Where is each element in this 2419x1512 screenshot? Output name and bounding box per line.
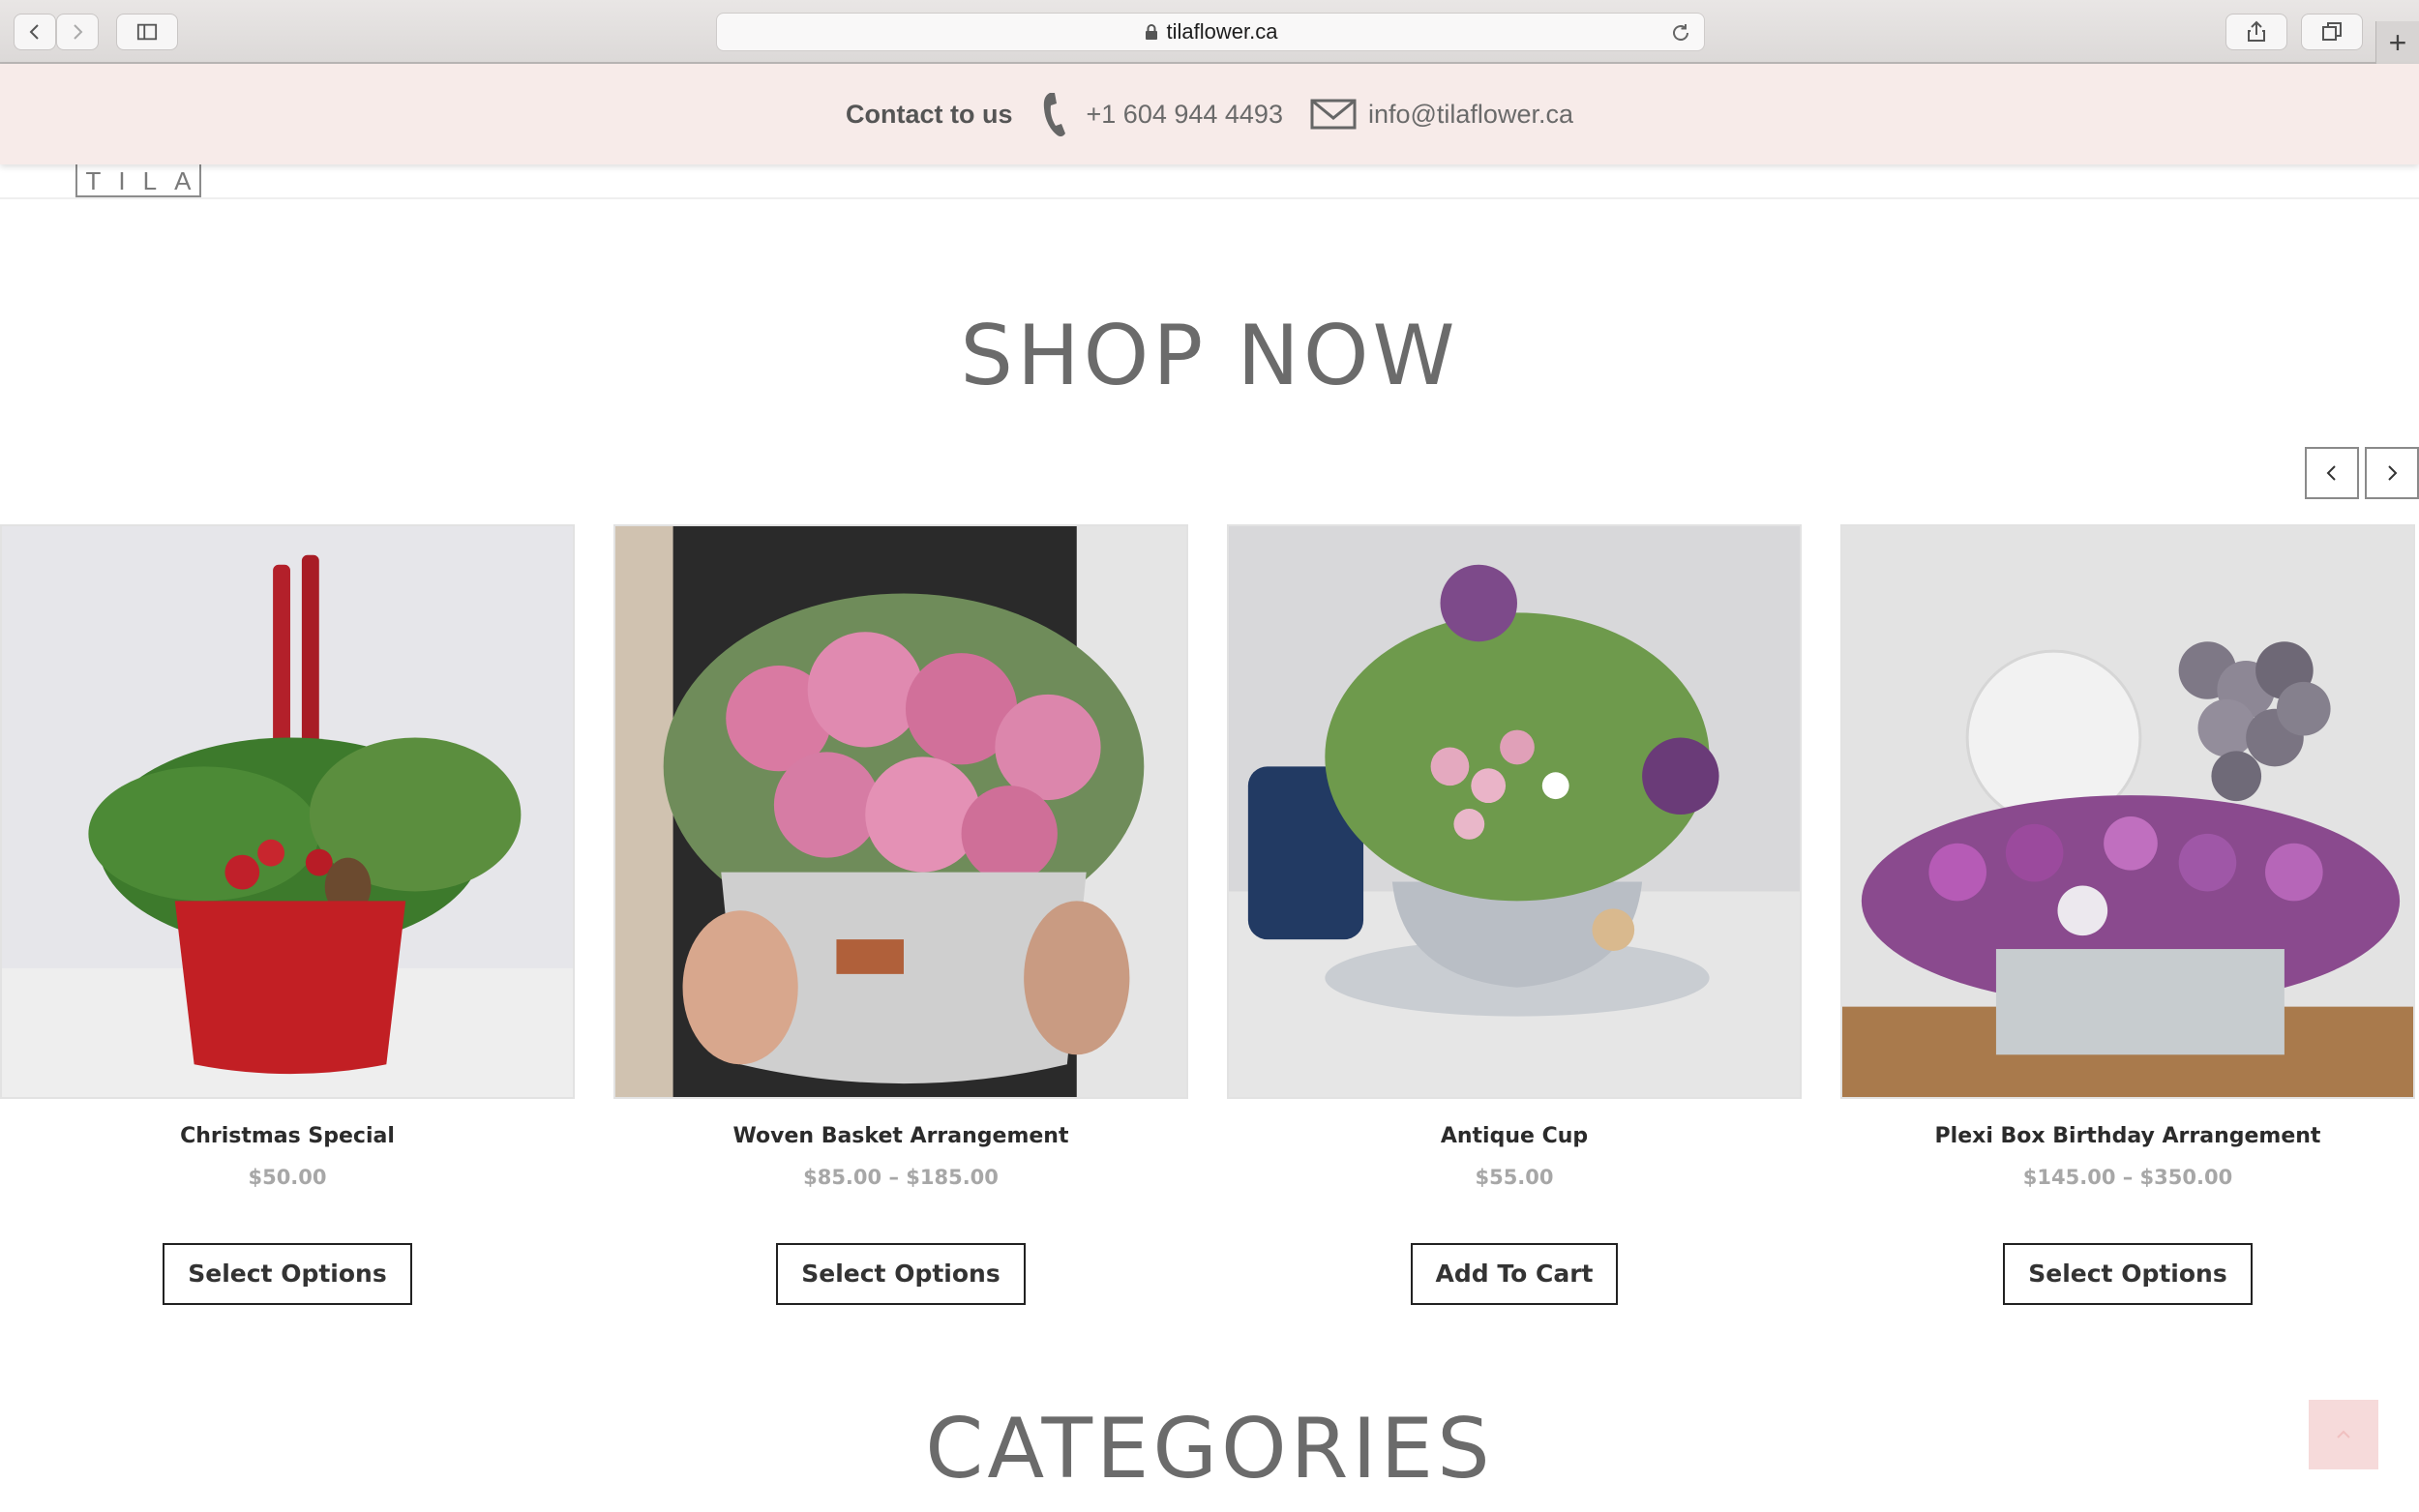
email-address[interactable]: info@tilaflower.ca bbox=[1368, 100, 1573, 130]
sidebar-toggle-button[interactable] bbox=[116, 14, 178, 50]
header-divider bbox=[0, 197, 2419, 199]
product-name[interactable]: Woven Basket Arrangement bbox=[613, 1124, 1188, 1148]
new-tab-button[interactable]: + bbox=[2375, 21, 2419, 64]
contact-bar: Contact to us +1 604 944 4493 info@tilaf… bbox=[0, 64, 2419, 164]
mail-icon bbox=[1310, 99, 1357, 130]
product-price: $50.00 bbox=[248, 1166, 327, 1189]
phone-icon bbox=[1043, 93, 1065, 137]
contact-label: Contact to us bbox=[846, 99, 1013, 129]
product-price: $145.00 – $350.00 bbox=[2022, 1166, 2233, 1189]
chevron-right-icon bbox=[74, 24, 83, 40]
product-name[interactable]: Plexi Box Birthday Arrangement bbox=[1840, 1124, 2415, 1148]
sidebar-icon bbox=[136, 23, 158, 41]
reload-icon[interactable] bbox=[1669, 21, 1692, 44]
chevron-left-icon bbox=[2326, 465, 2336, 481]
add-to-cart-button[interactable]: Add To Cart bbox=[1410, 1243, 1619, 1305]
product-card: Woven Basket Arrangement $85.00 – $185.0… bbox=[613, 524, 1188, 1318]
product-image[interactable] bbox=[0, 524, 575, 1099]
carousel-prev-button[interactable] bbox=[2305, 447, 2359, 499]
categories-heading: CATEGORIES bbox=[925, 1401, 1494, 1497]
url-text: tilaflower.ca bbox=[1166, 19, 1278, 44]
chevron-left-icon bbox=[29, 24, 39, 40]
select-options-button[interactable]: Select Options bbox=[163, 1243, 412, 1305]
chevron-up-icon bbox=[2337, 1430, 2350, 1438]
address-bar[interactable]: tilaflower.ca bbox=[716, 13, 1705, 51]
chevron-right-icon bbox=[2388, 465, 2398, 481]
product-card: Antique Cup $55.00 Add To Cart bbox=[1227, 524, 1802, 1318]
share-icon bbox=[2248, 20, 2265, 42]
product-price: $55.00 bbox=[1475, 1166, 1554, 1189]
product-price: $85.00 – $185.00 bbox=[803, 1166, 999, 1189]
product-image[interactable] bbox=[1840, 524, 2415, 1099]
browser-toolbar: tilaflower.ca + bbox=[0, 0, 2419, 64]
product-card: Christmas Special $50.00 Select Options bbox=[0, 524, 575, 1318]
product-name[interactable]: Antique Cup bbox=[1227, 1124, 1802, 1148]
product-image[interactable] bbox=[613, 524, 1188, 1099]
share-button[interactable] bbox=[2225, 14, 2287, 50]
product-name[interactable]: Christmas Special bbox=[0, 1124, 575, 1148]
select-options-button[interactable]: Select Options bbox=[776, 1243, 1026, 1305]
phone-number[interactable]: +1 604 944 4493 bbox=[1087, 100, 1283, 130]
site-logo[interactable]: TILA bbox=[75, 164, 201, 197]
product-card: Plexi Box Birthday Arrangement $145.00 –… bbox=[1840, 524, 2415, 1318]
tabs-icon bbox=[2322, 22, 2342, 41]
carousel-next-button[interactable] bbox=[2365, 447, 2419, 499]
back-to-top-button[interactable] bbox=[2309, 1400, 2378, 1469]
select-options-button[interactable]: Select Options bbox=[2003, 1243, 2253, 1305]
forward-button[interactable] bbox=[56, 14, 99, 50]
shop-now-heading: SHOP NOW bbox=[960, 308, 1459, 404]
back-button[interactable] bbox=[14, 14, 56, 50]
tabs-overview-button[interactable] bbox=[2301, 14, 2363, 50]
lock-icon bbox=[1145, 24, 1157, 40]
product-image[interactable] bbox=[1227, 524, 1802, 1099]
